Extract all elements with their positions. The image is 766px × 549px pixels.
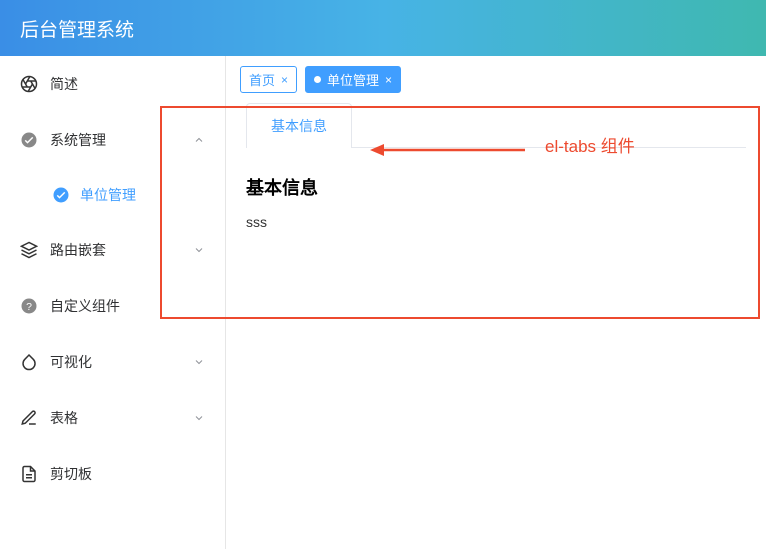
sidebar-item-label: 表格 (50, 408, 78, 428)
drop-icon (20, 353, 38, 371)
sidebar-item-label: 路由嵌套 (50, 240, 106, 260)
tag-label: 首页 (249, 70, 275, 89)
sidebar-item-system[interactable]: 系统管理 (0, 112, 225, 168)
tabs-header: 基本信息 (246, 103, 746, 148)
svg-text:?: ? (26, 301, 32, 313)
sidebar-item-visualization[interactable]: 可视化 (0, 334, 225, 390)
sidebar-item-table[interactable]: 表格 (0, 390, 225, 446)
sidebar-item-clipboard[interactable]: 剪切板 (0, 446, 225, 502)
panel-body: sss (246, 214, 746, 230)
check-circle-filled-icon (52, 186, 70, 204)
main-content: 首页 × 单位管理 × 基本信息 基本信息 sss (225, 56, 766, 549)
help-circle-icon: ? (20, 297, 38, 315)
check-circle-icon (20, 131, 38, 149)
tab-label: 基本信息 (271, 118, 327, 134)
app-header: 后台管理系统 (0, 0, 766, 56)
panel-title: 基本信息 (246, 174, 746, 200)
sidebar-item-components[interactable]: ? 自定义组件 (0, 278, 225, 334)
chevron-down-icon (193, 412, 205, 424)
aperture-icon (20, 75, 38, 93)
sidebar-item-label: 自定义组件 (50, 296, 120, 316)
document-icon (20, 465, 38, 483)
chevron-up-icon (193, 134, 205, 146)
app-title: 后台管理系统 (20, 15, 134, 42)
close-icon[interactable]: × (385, 74, 392, 86)
sidebar-subitem-label: 单位管理 (80, 185, 136, 205)
active-dot-icon (314, 76, 321, 83)
sidebar-item-overview[interactable]: 简述 (0, 56, 225, 112)
sidebar-subitem-unit[interactable]: 单位管理 (0, 168, 225, 222)
sidebar-item-label: 剪切板 (50, 464, 92, 484)
sidebar: 简述 系统管理 单位管理 路由嵌套 (0, 56, 225, 549)
tag-unit[interactable]: 单位管理 × (305, 66, 401, 93)
sidebar-item-routes[interactable]: 路由嵌套 (0, 222, 225, 278)
edit-icon (20, 409, 38, 427)
sidebar-item-label: 系统管理 (50, 130, 106, 150)
tab-basic-info[interactable]: 基本信息 (246, 103, 352, 148)
layers-icon (20, 241, 38, 259)
chevron-down-icon (193, 356, 205, 368)
tag-home[interactable]: 首页 × (240, 66, 297, 93)
tags-bar: 首页 × 单位管理 × (226, 56, 766, 103)
tab-panel: 基本信息 sss (246, 148, 746, 230)
sidebar-item-label: 简述 (50, 74, 78, 94)
sidebar-item-label: 可视化 (50, 352, 92, 372)
tag-label: 单位管理 (327, 70, 379, 89)
chevron-down-icon (193, 244, 205, 256)
close-icon[interactable]: × (281, 74, 288, 86)
